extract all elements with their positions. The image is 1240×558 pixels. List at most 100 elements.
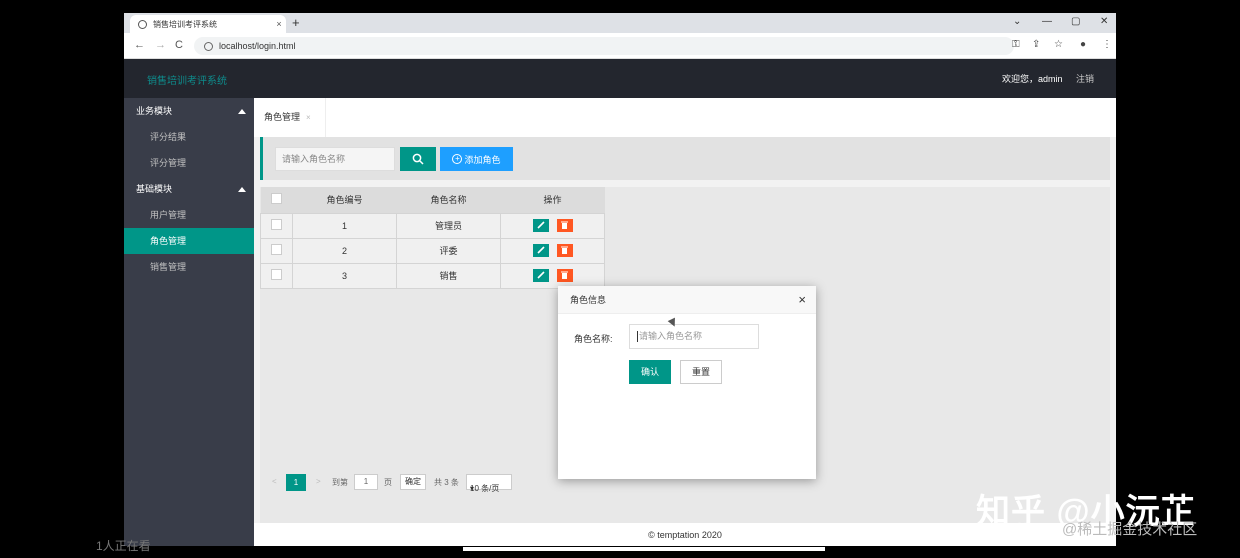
sidebar-item-roles[interactable]: 角色管理 bbox=[124, 228, 254, 254]
dialog-header: 角色信息 × bbox=[558, 286, 816, 314]
confirm-button[interactable]: 确认 bbox=[629, 360, 671, 384]
sidebar-item-users[interactable]: 用户管理 bbox=[124, 202, 254, 228]
role-id-cell: 1 bbox=[292, 212, 397, 239]
text-caret bbox=[637, 331, 638, 343]
pencil-icon bbox=[536, 271, 545, 279]
total-count: 共 3 条 bbox=[434, 478, 459, 487]
current-page-button[interactable]: 1 bbox=[286, 474, 306, 491]
back-button[interactable]: ← bbox=[134, 39, 145, 51]
dialog-title: 角色信息 bbox=[570, 295, 607, 305]
profile-icon[interactable]: ● bbox=[1080, 39, 1086, 50]
tab-close-icon[interactable]: × bbox=[272, 19, 286, 29]
plus-circle-icon: + bbox=[452, 154, 463, 164]
app-title: 销售培训考评系统 bbox=[147, 76, 227, 87]
pencil-icon bbox=[536, 246, 545, 254]
add-role-button[interactable]: + 添加角色 bbox=[440, 147, 513, 171]
bookmark-star-icon[interactable]: ☆ bbox=[1054, 39, 1063, 50]
select-all-checkbox[interactable] bbox=[271, 193, 282, 205]
edit-button[interactable] bbox=[532, 269, 549, 282]
edit-button[interactable] bbox=[532, 244, 549, 257]
sidebar-item-score-management[interactable]: 评分管理 bbox=[124, 150, 254, 176]
sidebar: 业务模块 评分结果 评分管理 基础模块 用户管理 角色管理 销售管理 bbox=[124, 98, 254, 546]
close-icon[interactable]: × bbox=[306, 113, 311, 122]
delete-button[interactable] bbox=[556, 269, 573, 282]
url-text: localhost/login.html bbox=[219, 41, 296, 51]
row-checkbox-cell bbox=[260, 212, 293, 239]
table-row: 1 管理员 bbox=[260, 212, 605, 239]
actions-cell bbox=[500, 237, 605, 264]
page-tabs: 角色管理 × bbox=[254, 98, 1116, 137]
key-icon[interactable]: ⚿ bbox=[1012, 39, 1020, 50]
role-name-placeholder: 请输入角色名称 bbox=[639, 331, 703, 341]
page-size-value: 10 条/页 bbox=[470, 484, 500, 493]
trash-icon bbox=[561, 221, 568, 229]
window-close-button[interactable]: ✕ bbox=[1100, 16, 1108, 27]
dialog-close-icon[interactable]: × bbox=[798, 286, 806, 314]
browser-tab[interactable]: 销售培训考评系统 × bbox=[130, 15, 286, 33]
role-search-input[interactable]: 请输入角色名称 bbox=[275, 147, 395, 171]
table-row: 3 销售 bbox=[260, 262, 605, 289]
next-page-button[interactable]: > bbox=[316, 477, 321, 486]
table-row: 2 评委 bbox=[260, 237, 605, 264]
edit-button[interactable] bbox=[532, 219, 549, 232]
video-progress-bar[interactable] bbox=[463, 547, 825, 551]
prev-page-button[interactable]: < bbox=[272, 477, 277, 486]
pencil-icon bbox=[536, 221, 545, 229]
trash-icon bbox=[561, 246, 568, 254]
watermark-secondary: @稀土掘金技术社区 bbox=[1062, 521, 1198, 538]
sidebar-group-business[interactable]: 业务模块 bbox=[124, 98, 254, 124]
row-checkbox[interactable] bbox=[271, 219, 282, 230]
row-checkbox[interactable] bbox=[271, 269, 282, 280]
row-checkbox[interactable] bbox=[271, 244, 282, 255]
browser-window: 销售培训考评系统 × + ⌄ — ▢ ✕ ← → C localhost/log… bbox=[124, 13, 1116, 546]
sidebar-item-sales[interactable]: 销售管理 bbox=[124, 254, 254, 280]
url-field[interactable]: localhost/login.html bbox=[194, 37, 1014, 55]
chevron-up-icon bbox=[238, 109, 246, 114]
delete-button[interactable] bbox=[556, 219, 573, 232]
browser-tab-title: 销售培训考评系统 bbox=[153, 19, 217, 29]
new-tab-button[interactable]: + bbox=[292, 15, 300, 30]
tab-role-management[interactable]: 角色管理 × bbox=[254, 98, 326, 137]
share-icon[interactable]: ⇪ bbox=[1032, 39, 1040, 50]
chevron-down-icon: ▾ bbox=[470, 484, 475, 493]
role-id-cell: 3 bbox=[292, 262, 397, 289]
row-checkbox-cell bbox=[260, 237, 293, 264]
chevron-up-icon bbox=[238, 187, 246, 192]
address-bar: ← → C localhost/login.html ⚿ ⇪ ☆ ● ⋮ bbox=[124, 33, 1116, 59]
sidebar-group-basic[interactable]: 基础模块 bbox=[124, 176, 254, 202]
page-unit-label: 页 bbox=[384, 478, 392, 487]
page-size-select[interactable]: 10 条/页 ▾ bbox=[466, 474, 512, 493]
globe-icon bbox=[138, 19, 147, 29]
logout-link[interactable]: 注销 bbox=[1076, 72, 1094, 85]
column-header: 角色编号 bbox=[292, 187, 397, 213]
search-panel: 请输入角色名称 + 添加角色 bbox=[260, 137, 1110, 180]
table-header-row: 角色编号 角色名称 操作 bbox=[260, 187, 605, 213]
forward-button[interactable]: → bbox=[155, 39, 166, 51]
reset-button[interactable]: 重置 bbox=[680, 360, 722, 384]
viewer-count: 1人正在看 bbox=[96, 539, 151, 553]
actions-cell bbox=[500, 262, 605, 289]
delete-button[interactable] bbox=[556, 244, 573, 257]
role-id-cell: 2 bbox=[292, 237, 397, 264]
tab-search-icon[interactable]: ⌄ bbox=[1013, 16, 1021, 27]
role-info-dialog: 角色信息 × 角色名称: 请输入角色名称 确认 重置 bbox=[558, 286, 816, 479]
sidebar-item-score-results[interactable]: 评分结果 bbox=[124, 124, 254, 150]
minimize-button[interactable]: — bbox=[1042, 16, 1052, 27]
maximize-button[interactable]: ▢ bbox=[1071, 16, 1080, 27]
role-name-cell: 管理员 bbox=[396, 212, 501, 239]
actions-cell bbox=[500, 212, 605, 239]
app-header: 销售培训考评系统 欢迎您，admin 注销 bbox=[124, 59, 1116, 98]
goto-confirm-button[interactable]: 确定 bbox=[400, 474, 426, 490]
column-header: 操作 bbox=[500, 187, 605, 213]
page-tab-label: 角色管理 bbox=[264, 112, 301, 122]
search-button[interactable] bbox=[400, 147, 436, 171]
goto-label: 到第 bbox=[332, 478, 348, 487]
reload-button[interactable]: C bbox=[175, 39, 183, 51]
role-name-cell: 评委 bbox=[396, 237, 501, 264]
role-name-input[interactable]: 请输入角色名称 bbox=[629, 324, 759, 349]
info-icon[interactable] bbox=[204, 41, 213, 51]
sidebar-group-label: 业务模块 bbox=[136, 106, 173, 116]
goto-page-input[interactable]: 1 bbox=[354, 474, 378, 490]
browser-menu-icon[interactable]: ⋮ bbox=[1102, 39, 1112, 50]
role-name-cell: 销售 bbox=[396, 262, 501, 289]
